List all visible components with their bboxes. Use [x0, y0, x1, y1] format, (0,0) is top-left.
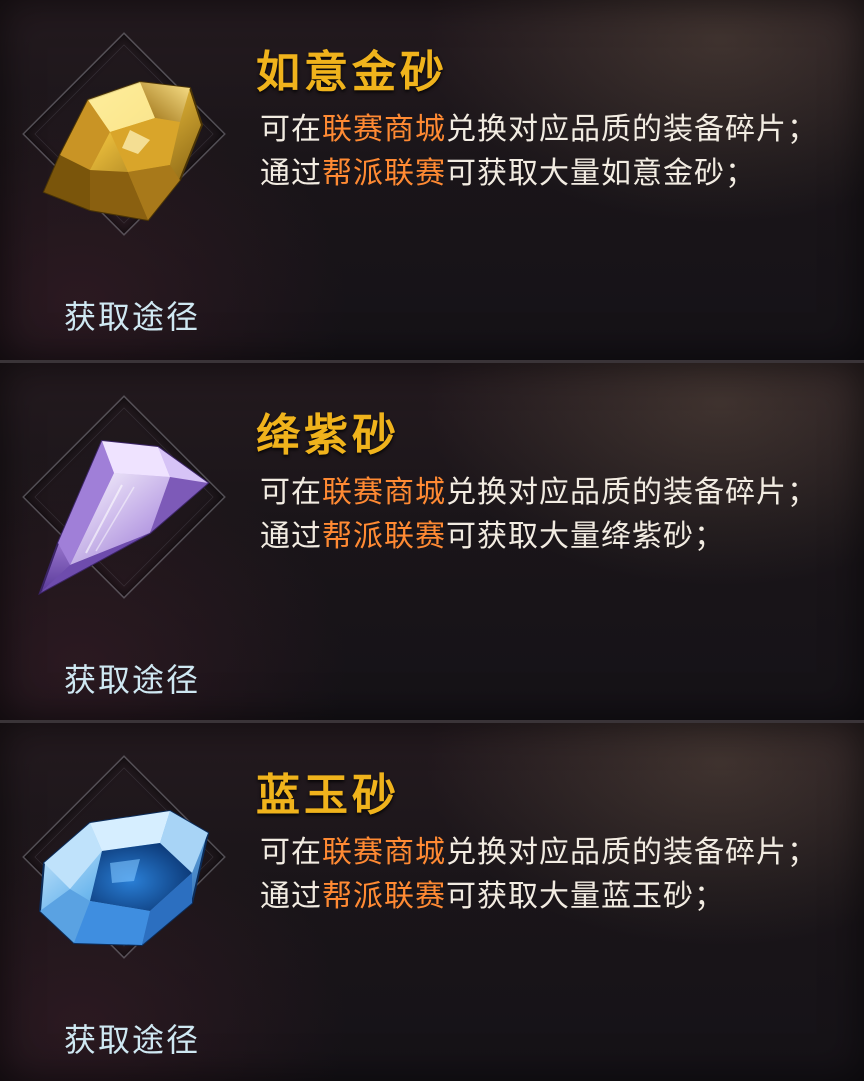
- link-guild-league[interactable]: 帮派联赛: [322, 156, 446, 191]
- link-guild-league[interactable]: 帮派联赛: [322, 879, 446, 914]
- purple-sand-icon[interactable]: [30, 433, 210, 603]
- blue-sand-icon[interactable]: [30, 793, 210, 963]
- link-league-shop[interactable]: 联赛商城: [322, 835, 446, 870]
- gold-sand-icon[interactable]: [30, 70, 210, 240]
- acquire-path-label[interactable]: 获取途径: [64, 655, 200, 701]
- acquire-path-label[interactable]: 获取途径: [64, 292, 200, 338]
- item-name: 绛紫砂: [256, 410, 400, 461]
- link-league-shop[interactable]: 联赛商城: [322, 475, 446, 510]
- link-guild-league[interactable]: 帮派联赛: [322, 519, 446, 554]
- item-card-gold-sand: 如意金砂 可在联赛商城兑换对应品质的装备碎片； 通过帮派联赛可获取大量如意金砂； …: [0, 0, 864, 360]
- item-name: 如意金砂: [256, 47, 448, 98]
- item-description: 可在联赛商城兑换对应品质的装备碎片； 通过帮派联赛可获取大量蓝玉砂；: [260, 835, 818, 914]
- item-name: 蓝玉砂: [256, 770, 400, 821]
- item-card-blue-sand: 蓝玉砂 可在联赛商城兑换对应品质的装备碎片； 通过帮派联赛可获取大量蓝玉砂； 获取…: [0, 723, 864, 1081]
- link-league-shop[interactable]: 联赛商城: [322, 112, 446, 147]
- acquire-path-label[interactable]: 获取途径: [64, 1015, 200, 1061]
- item-description: 可在联赛商城兑换对应品质的装备碎片； 通过帮派联赛可获取大量绛紫砂；: [260, 475, 818, 554]
- item-card-purple-sand: 绛紫砂 可在联赛商城兑换对应品质的装备碎片； 通过帮派联赛可获取大量绛紫砂； 获取…: [0, 363, 864, 720]
- item-description: 可在联赛商城兑换对应品质的装备碎片； 通过帮派联赛可获取大量如意金砂；: [260, 112, 818, 191]
